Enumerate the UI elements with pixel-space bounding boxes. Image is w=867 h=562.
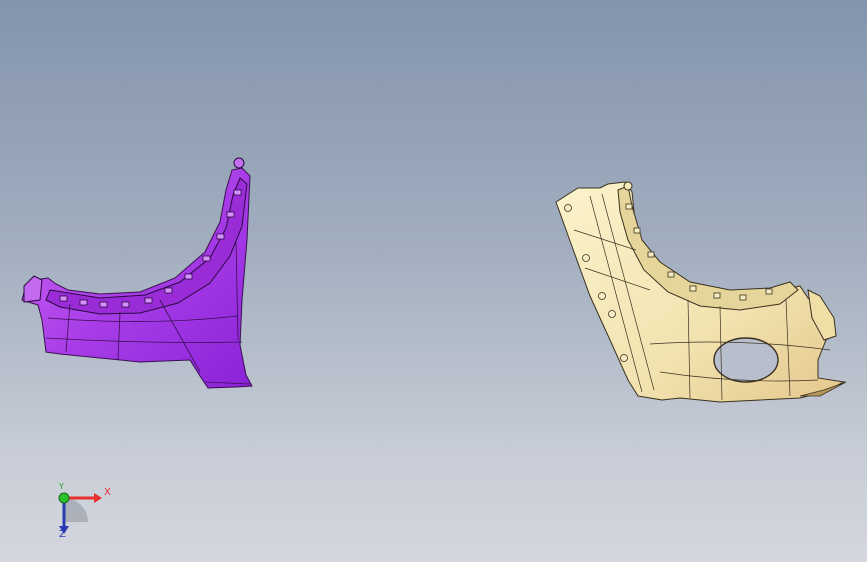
- y-axis-label: Y: [59, 482, 64, 491]
- cad-viewport[interactable]: X Y Z: [0, 0, 867, 562]
- x-axis-label: X: [104, 487, 111, 498]
- front-fender-corner-bracket: [23, 275, 43, 303]
- y-axis-dot-icon: [58, 492, 70, 504]
- rear-fender-panel[interactable]: [555, 181, 847, 403]
- model-scene[interactable]: [0, 0, 867, 562]
- x-axis-arrow-icon: [94, 493, 102, 503]
- z-axis-label: Z: [59, 529, 66, 540]
- rear-fender-mount-tab: [623, 181, 633, 191]
- rear-fender-opening: [713, 337, 779, 383]
- triad-graphic: [58, 492, 102, 534]
- front-fender-body[interactable]: [21, 167, 253, 389]
- front-fender-mount-tab: [233, 157, 245, 169]
- orientation-triad[interactable]: X Y Z: [44, 476, 124, 546]
- front-fender-panel[interactable]: [21, 157, 253, 389]
